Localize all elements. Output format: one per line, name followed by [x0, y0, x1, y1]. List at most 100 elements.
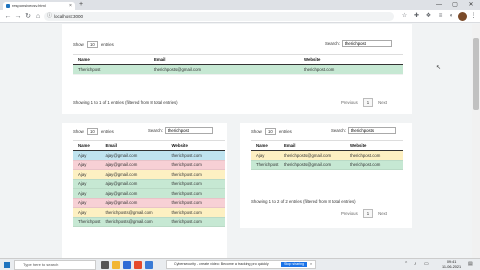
table-row[interactable]: Ajay therichposts@gmail.com therichpost.co… [251, 150, 403, 161]
reload-icon[interactable]: ↻ [23, 12, 33, 21]
table-row[interactable]: Ajay ajay@gmail.com therichpost.com [73, 160, 225, 170]
task-view-icon[interactable] [101, 261, 109, 269]
notifications-icon[interactable]: ▤ [468, 261, 473, 267]
tab-title: responsivecsv.html [12, 3, 46, 8]
avatar[interactable] [458, 12, 467, 21]
cell-website: therichpost.com [166, 160, 225, 170]
cell-website: therichpost.com [166, 188, 225, 199]
cell-website: therichpost.com [166, 207, 225, 218]
table-header-row: Name Email Website [73, 54, 403, 65]
search-input[interactable] [341, 40, 392, 47]
vscode-icon[interactable] [123, 261, 131, 269]
extension-icon[interactable]: ✚ [412, 12, 421, 21]
table-header-row: Name Email Website [251, 140, 403, 151]
previous-button[interactable]: Previous [341, 100, 358, 105]
page-button[interactable]: 1 [362, 98, 374, 107]
close-window-button[interactable]: ✕ [464, 0, 478, 10]
column-header-email[interactable]: Email [279, 140, 345, 151]
column-header-website[interactable]: Website [345, 140, 403, 151]
scrollbar-thumb[interactable] [473, 38, 479, 110]
table-row[interactable]: Ajay ajay@gmail.com therichpost.com [73, 179, 225, 189]
cell-name: Therichpost [251, 160, 279, 170]
cell-email: ajay@gmail.com [100, 188, 167, 199]
cell-email: ajay@gmail.com [100, 150, 167, 161]
mail-icon[interactable] [145, 261, 153, 269]
cell-name: Ajay [73, 179, 101, 189]
table-row[interactable]: Ajay ajay@gmail.com therichpost.com [73, 198, 225, 208]
table-row[interactable]: Ajay ajay@gmail.com therichpost.com [73, 169, 225, 180]
entries-label: entries [278, 129, 292, 134]
table-row[interactable]: Ajay therichposts@gmail.com therichpost.co… [73, 207, 225, 218]
search-control: Search: [148, 127, 213, 134]
show-label: Show [73, 129, 84, 134]
next-button[interactable]: Next [378, 211, 387, 216]
top-table-body: Therichpost therichposts@gmail.com therich… [73, 64, 403, 75]
column-header-name[interactable]: Name [73, 54, 149, 65]
minimize-button[interactable]: — [432, 0, 446, 10]
entries-label: entries [100, 42, 114, 47]
maximize-button[interactable]: ▢ [448, 0, 462, 10]
column-header-website[interactable]: Website [166, 140, 225, 151]
column-header-name[interactable]: Name [251, 140, 279, 151]
page-button[interactable]: 1 [362, 209, 374, 218]
cell-name: Ajay [73, 198, 101, 208]
network-icon[interactable]: ⌃ [404, 261, 408, 267]
left-table-card: Show 10 entries Search: Name Email Websi… [62, 123, 227, 263]
table-row[interactable]: Ajay ajay@gmail.com therichpost.com [73, 150, 225, 161]
windows-icon[interactable] [4, 262, 10, 268]
right-data-table: Name Email Website Ajay therichposts@gmai… [251, 140, 403, 170]
previous-button[interactable]: Previous [341, 211, 358, 216]
bookmark-star-icon[interactable]: ☆ [400, 12, 409, 21]
cell-website: therichpost.com [345, 150, 403, 161]
cell-website: therichpost.com [166, 217, 225, 227]
next-button[interactable]: Next [378, 100, 387, 105]
column-header-email[interactable]: Email [100, 140, 167, 151]
cell-website: therichpost.com [166, 169, 225, 180]
column-header-name[interactable]: Name [73, 140, 101, 151]
show-label: Show [73, 42, 84, 47]
cell-name: Ajay [251, 150, 279, 161]
back-icon[interactable]: ← [3, 12, 13, 21]
forward-icon[interactable]: → [13, 12, 23, 21]
system-clock[interactable]: 09:41 11-06-2021 [442, 260, 461, 270]
pagination: Previous 1 Next [341, 98, 387, 107]
volume-icon[interactable]: ♪ [414, 261, 417, 267]
cell-name: Ajay [73, 188, 101, 199]
extensions-puzzle-icon[interactable]: ❖ [424, 12, 433, 21]
url-field[interactable]: ⓘ localhost:3000 [44, 12, 394, 21]
battery-icon[interactable]: ▭ [424, 261, 429, 267]
length-select[interactable]: 10 [264, 128, 276, 135]
search-input[interactable] [164, 127, 213, 134]
table-row[interactable]: Therichpost therichposts@gmail.com therich… [73, 64, 403, 75]
table-row[interactable]: Therichpost therichposts@gmail.com therich… [251, 160, 403, 170]
browser-tab[interactable]: responsivecsv.html × [3, 2, 75, 10]
site-info-icon[interactable]: ⓘ [47, 12, 52, 21]
search-input[interactable] [347, 127, 396, 134]
sync-icon[interactable]: ◐ [447, 12, 456, 21]
stop-sharing-button[interactable]: Stop sharing [281, 262, 308, 267]
notification-close-icon[interactable]: × [310, 261, 312, 268]
file-explorer-icon[interactable] [112, 261, 120, 269]
page-scrollbar[interactable] [472, 24, 480, 258]
menu-icon[interactable]: ⋮ [469, 12, 478, 21]
pagination: Previous 1 Next [341, 209, 387, 218]
address-toolbar: ← → ↻ ⌂ ⓘ localhost:3000 ☆ ✚ ❖ ≡ ◐ ⋮ [0, 10, 480, 23]
cell-website: therichpost.com [166, 150, 225, 161]
table-row[interactable]: Therichpost therichposts@gmail.com therich… [73, 217, 225, 227]
new-tab-button[interactable]: + [79, 1, 83, 9]
home-icon[interactable]: ⌂ [33, 12, 43, 21]
column-header-email[interactable]: Email [149, 54, 299, 65]
length-control: Show 10 entries [251, 128, 292, 135]
cell-name: Ajay [73, 160, 101, 170]
cell-email: ajay@gmail.com [100, 179, 167, 189]
length-select[interactable]: 10 [86, 128, 98, 135]
reading-list-icon[interactable]: ≡ [436, 12, 445, 21]
chrome-icon[interactable] [134, 261, 142, 269]
tab-close-icon[interactable]: × [69, 2, 72, 10]
length-select[interactable]: 10 [86, 41, 98, 48]
table-row[interactable]: Ajay ajay@gmail.com therichpost.com [73, 188, 225, 199]
column-header-website[interactable]: Website [299, 54, 403, 65]
url-text: localhost:3000 [54, 14, 84, 19]
taskbar-search-field[interactable]: Type here to search [14, 260, 96, 270]
top-data-table: Name Email Website Therichpost therichpos… [73, 54, 403, 75]
